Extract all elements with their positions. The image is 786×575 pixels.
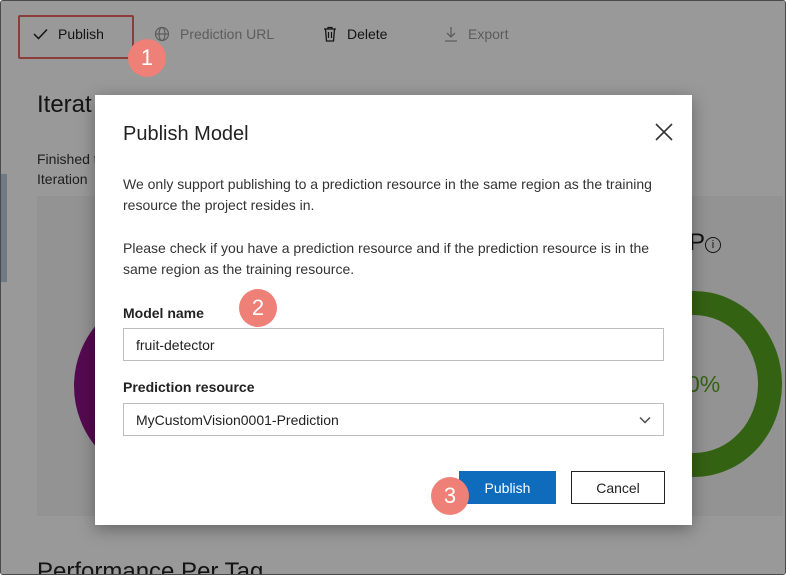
prediction-resource-value: MyCustomVision0001-Prediction [136,411,339,428]
model-name-label: Model name [123,305,204,321]
dialog-info-paragraph-1: We only support publishing to a predicti… [123,176,652,213]
cancel-button[interactable]: Cancel [571,471,665,504]
step-callout-3: 3 [431,477,469,515]
step-callout-1: 1 [128,39,166,77]
dialog-info-paragraph-2: Please check if you have a prediction re… [123,240,650,277]
close-icon[interactable] [653,121,675,143]
prediction-resource-label: Prediction resource [123,379,255,395]
publish-button[interactable]: Publish [459,471,556,504]
app-window: Publish Prediction URL Delete Export Ite… [0,0,786,575]
step-callout-2: 2 [239,289,277,327]
dialog-title: Publish Model [123,123,249,145]
model-name-input[interactable] [123,328,664,361]
publish-model-dialog: Publish Model We only support publishing… [95,95,692,525]
chevron-down-icon [639,416,651,423]
prediction-resource-select[interactable]: MyCustomVision0001-Prediction [123,403,664,436]
